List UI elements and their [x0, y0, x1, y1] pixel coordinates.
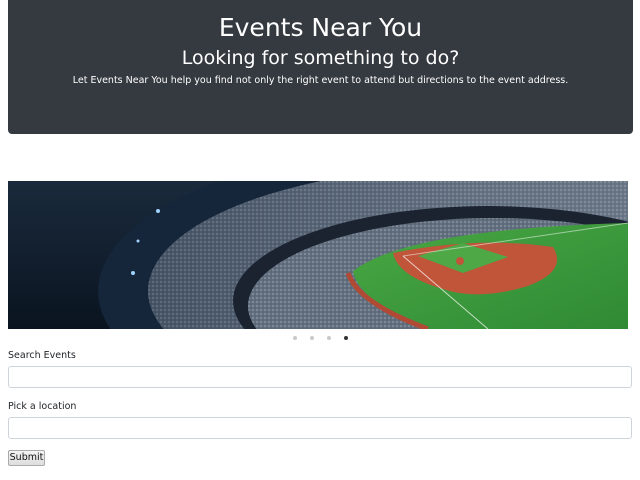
page-subtitle: Looking for something to do?	[181, 47, 460, 69]
carousel-indicator-1[interactable]	[292, 336, 297, 340]
carousel-indicator-3[interactable]	[326, 336, 331, 340]
page-title: Events Near You	[218, 13, 423, 42]
page-description: Let Events Near You help you find not on…	[72, 75, 569, 86]
image-carousel[interactable]	[8, 181, 628, 329]
stadium-image	[8, 181, 628, 329]
carousel-indicator-2[interactable]	[309, 336, 314, 340]
search-events-label: Search Events	[8, 350, 76, 361]
hero-banner: Events Near You Looking for something to…	[8, 0, 633, 134]
carousel-indicators	[0, 334, 640, 342]
location-label: Pick a location	[8, 401, 77, 412]
location-input[interactable]	[8, 417, 632, 439]
search-events-input[interactable]	[8, 366, 632, 388]
carousel-indicator-4[interactable]	[343, 336, 348, 340]
submit-button[interactable]: Submit	[8, 450, 45, 466]
